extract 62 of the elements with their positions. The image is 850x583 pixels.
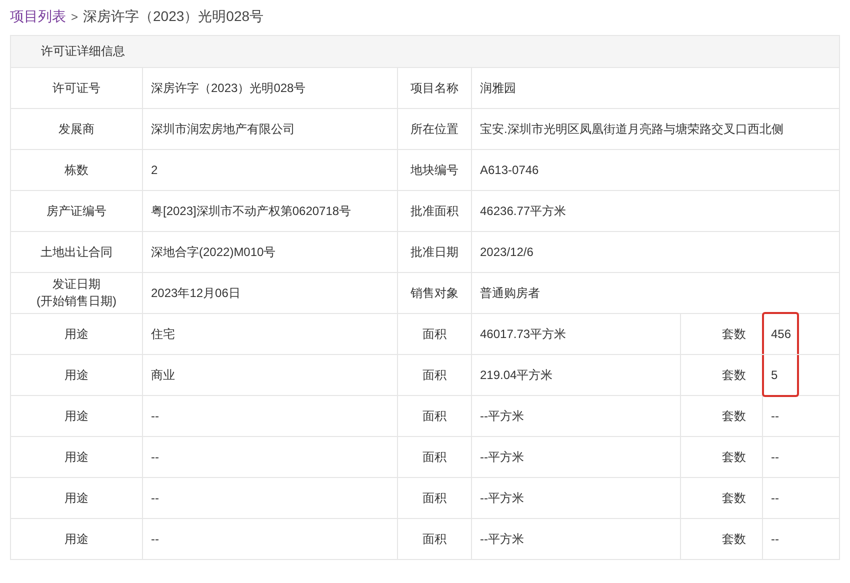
field-label: 发展商 (10, 108, 142, 150)
field-label: 所在位置 (398, 108, 472, 150)
count-value: -- (762, 396, 840, 436)
field-label: 许可证号 (10, 68, 142, 108)
field-value: 普通购房者 (472, 272, 840, 314)
count-label: 套数 (680, 518, 762, 560)
count-label: 套数 (680, 396, 762, 436)
area-value: --平方米 (472, 478, 680, 518)
field-label: 发证日期 (开始销售日期) (10, 272, 142, 314)
field-label: 销售对象 (398, 272, 472, 314)
area-label: 面积 (398, 314, 472, 354)
usage-label: 用途 (10, 436, 142, 478)
field-label: 土地出让合同 (10, 232, 142, 272)
field-value: A613-0746 (472, 150, 840, 190)
field-value: 2023年12月06日 (142, 272, 398, 314)
count-value: -- (762, 518, 840, 560)
field-value: 2 (142, 150, 398, 190)
field-label: 项目名称 (398, 68, 472, 108)
field-value: 深房许字（2023）光明028号 (142, 68, 398, 108)
count-label: 套数 (680, 478, 762, 518)
area-label: 面积 (398, 518, 472, 560)
usage-value: -- (142, 396, 398, 436)
field-value: 宝安.深圳市光明区凤凰街道月亮路与塘荣路交叉口西北侧 (472, 108, 840, 150)
field-value: 深地合字(2022)M010号 (142, 232, 398, 272)
field-label: 批准日期 (398, 232, 472, 272)
area-value: 219.04平方米 (472, 354, 680, 396)
field-value: 深圳市润宏房地产有限公司 (142, 108, 398, 150)
count-label: 套数 (680, 436, 762, 478)
area-value: --平方米 (472, 396, 680, 436)
area-value: --平方米 (472, 518, 680, 560)
count-value: 456 (762, 314, 840, 354)
area-label: 面积 (398, 396, 472, 436)
usage-value: -- (142, 518, 398, 560)
field-value: 2023/12/6 (472, 232, 840, 272)
breadcrumb-link[interactable]: 项目列表 (10, 8, 66, 26)
usage-value: -- (142, 436, 398, 478)
usage-label: 用途 (10, 314, 142, 354)
area-label: 面积 (398, 478, 472, 518)
usage-value: 商业 (142, 354, 398, 396)
area-label: 面积 (398, 436, 472, 478)
count-value: -- (762, 436, 840, 478)
breadcrumb-current: 深房许字（2023）光明028号 (83, 8, 264, 26)
count-value: 5 (762, 354, 840, 396)
area-value: --平方米 (472, 436, 680, 478)
usage-label: 用途 (10, 354, 142, 396)
count-value: -- (762, 478, 840, 518)
usage-label: 用途 (10, 478, 142, 518)
area-label: 面积 (398, 354, 472, 396)
breadcrumb-separator: > (71, 10, 78, 24)
field-label: 栋数 (10, 150, 142, 190)
panel-title: 许可证详细信息 (10, 36, 840, 68)
field-label: 地块编号 (398, 150, 472, 190)
field-label: 房产证编号 (10, 190, 142, 232)
usage-label: 用途 (10, 518, 142, 560)
area-value: 46017.73平方米 (472, 314, 680, 354)
field-value: 46236.77平方米 (472, 190, 840, 232)
field-value: 粤[2023]深圳市不动产权第0620718号 (142, 190, 398, 232)
usage-value: 住宅 (142, 314, 398, 354)
usage-value: -- (142, 478, 398, 518)
field-label: 批准面积 (398, 190, 472, 232)
usage-label: 用途 (10, 396, 142, 436)
field-value: 润雅园 (472, 68, 840, 108)
